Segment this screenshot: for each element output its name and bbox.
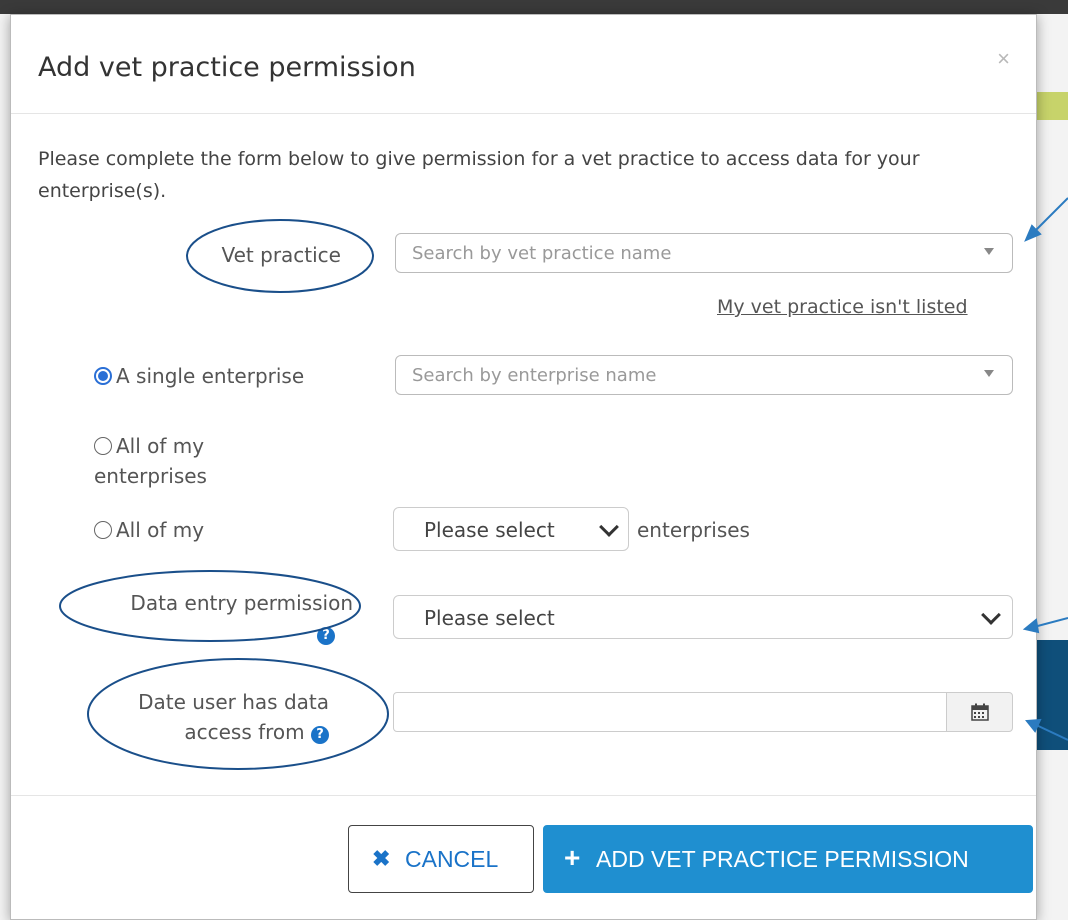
intro-text: Please complete the form below to give p…: [38, 148, 920, 202]
vet-practice-not-listed-link[interactable]: My vet practice isn't listed: [717, 296, 968, 318]
data-entry-permission-select[interactable]: Please select: [393, 595, 1013, 639]
date-access-label-line2: access from: [184, 720, 305, 744]
date-access-label-line1: Date user has data: [138, 690, 329, 714]
radio-all-enterprises[interactable]: All of my enterprises: [94, 431, 264, 491]
help-icon[interactable]: ?: [311, 726, 329, 744]
background-header: [0, 0, 1068, 14]
modal-header: Add vet practice permission ×: [11, 15, 1036, 114]
modal-title: Add vet practice permission: [38, 52, 416, 83]
enterprise-type-select[interactable]: Please select: [393, 507, 629, 551]
radio-checked-icon[interactable]: [94, 367, 112, 385]
close-button[interactable]: ×: [991, 45, 1016, 73]
data-entry-help[interactable]: ?: [317, 625, 335, 645]
radio-unchecked-icon[interactable]: [94, 521, 112, 539]
cancel-button-label: CANCEL: [405, 846, 499, 872]
radio-unchecked-icon[interactable]: [94, 437, 112, 455]
add-button-label: ADD VET PRACTICE PERMISSION: [596, 846, 969, 872]
caret-down-icon: [984, 248, 994, 255]
enterprise-type-select-value: Please select: [424, 518, 555, 542]
date-access-label: Date user has data access from ?: [101, 687, 329, 747]
chevron-down-icon: [599, 517, 619, 537]
vet-practice-label: Vet practice: [221, 243, 341, 267]
plus-icon: +: [564, 842, 581, 873]
data-entry-permission-label: Data entry permission: [130, 591, 353, 615]
radio-single-enterprise-label: A single enterprise: [116, 364, 305, 388]
vet-practice-select[interactable]: Search by vet practice name: [395, 233, 1013, 273]
enterprise-placeholder: Search by enterprise name: [412, 365, 657, 386]
enterprise-select[interactable]: Search by enterprise name: [395, 355, 1013, 395]
radio-all-of-type-label: All of my: [116, 518, 205, 542]
radio-single-enterprise[interactable]: A single enterprise: [94, 364, 304, 388]
help-icon[interactable]: ?: [317, 627, 335, 645]
caret-down-icon: [984, 370, 994, 377]
date-access-input[interactable]: [393, 692, 947, 732]
close-icon: ✖: [372, 846, 391, 871]
add-vet-practice-modal: Add vet practice permission × Please com…: [10, 14, 1037, 920]
data-entry-select-value: Please select: [424, 606, 555, 630]
vet-practice-placeholder: Search by vet practice name: [412, 243, 672, 264]
radio-all-of-type[interactable]: All of my: [94, 518, 204, 542]
add-vet-practice-permission-button[interactable]: + ADD VET PRACTICE PERMISSION: [543, 825, 1033, 893]
calendar-icon: [971, 703, 989, 721]
cancel-button[interactable]: ✖ CANCEL: [348, 825, 534, 893]
calendar-button[interactable]: [946, 692, 1013, 732]
enterprise-type-suffix: enterprises: [637, 518, 750, 542]
chevron-down-icon: [981, 605, 1001, 625]
